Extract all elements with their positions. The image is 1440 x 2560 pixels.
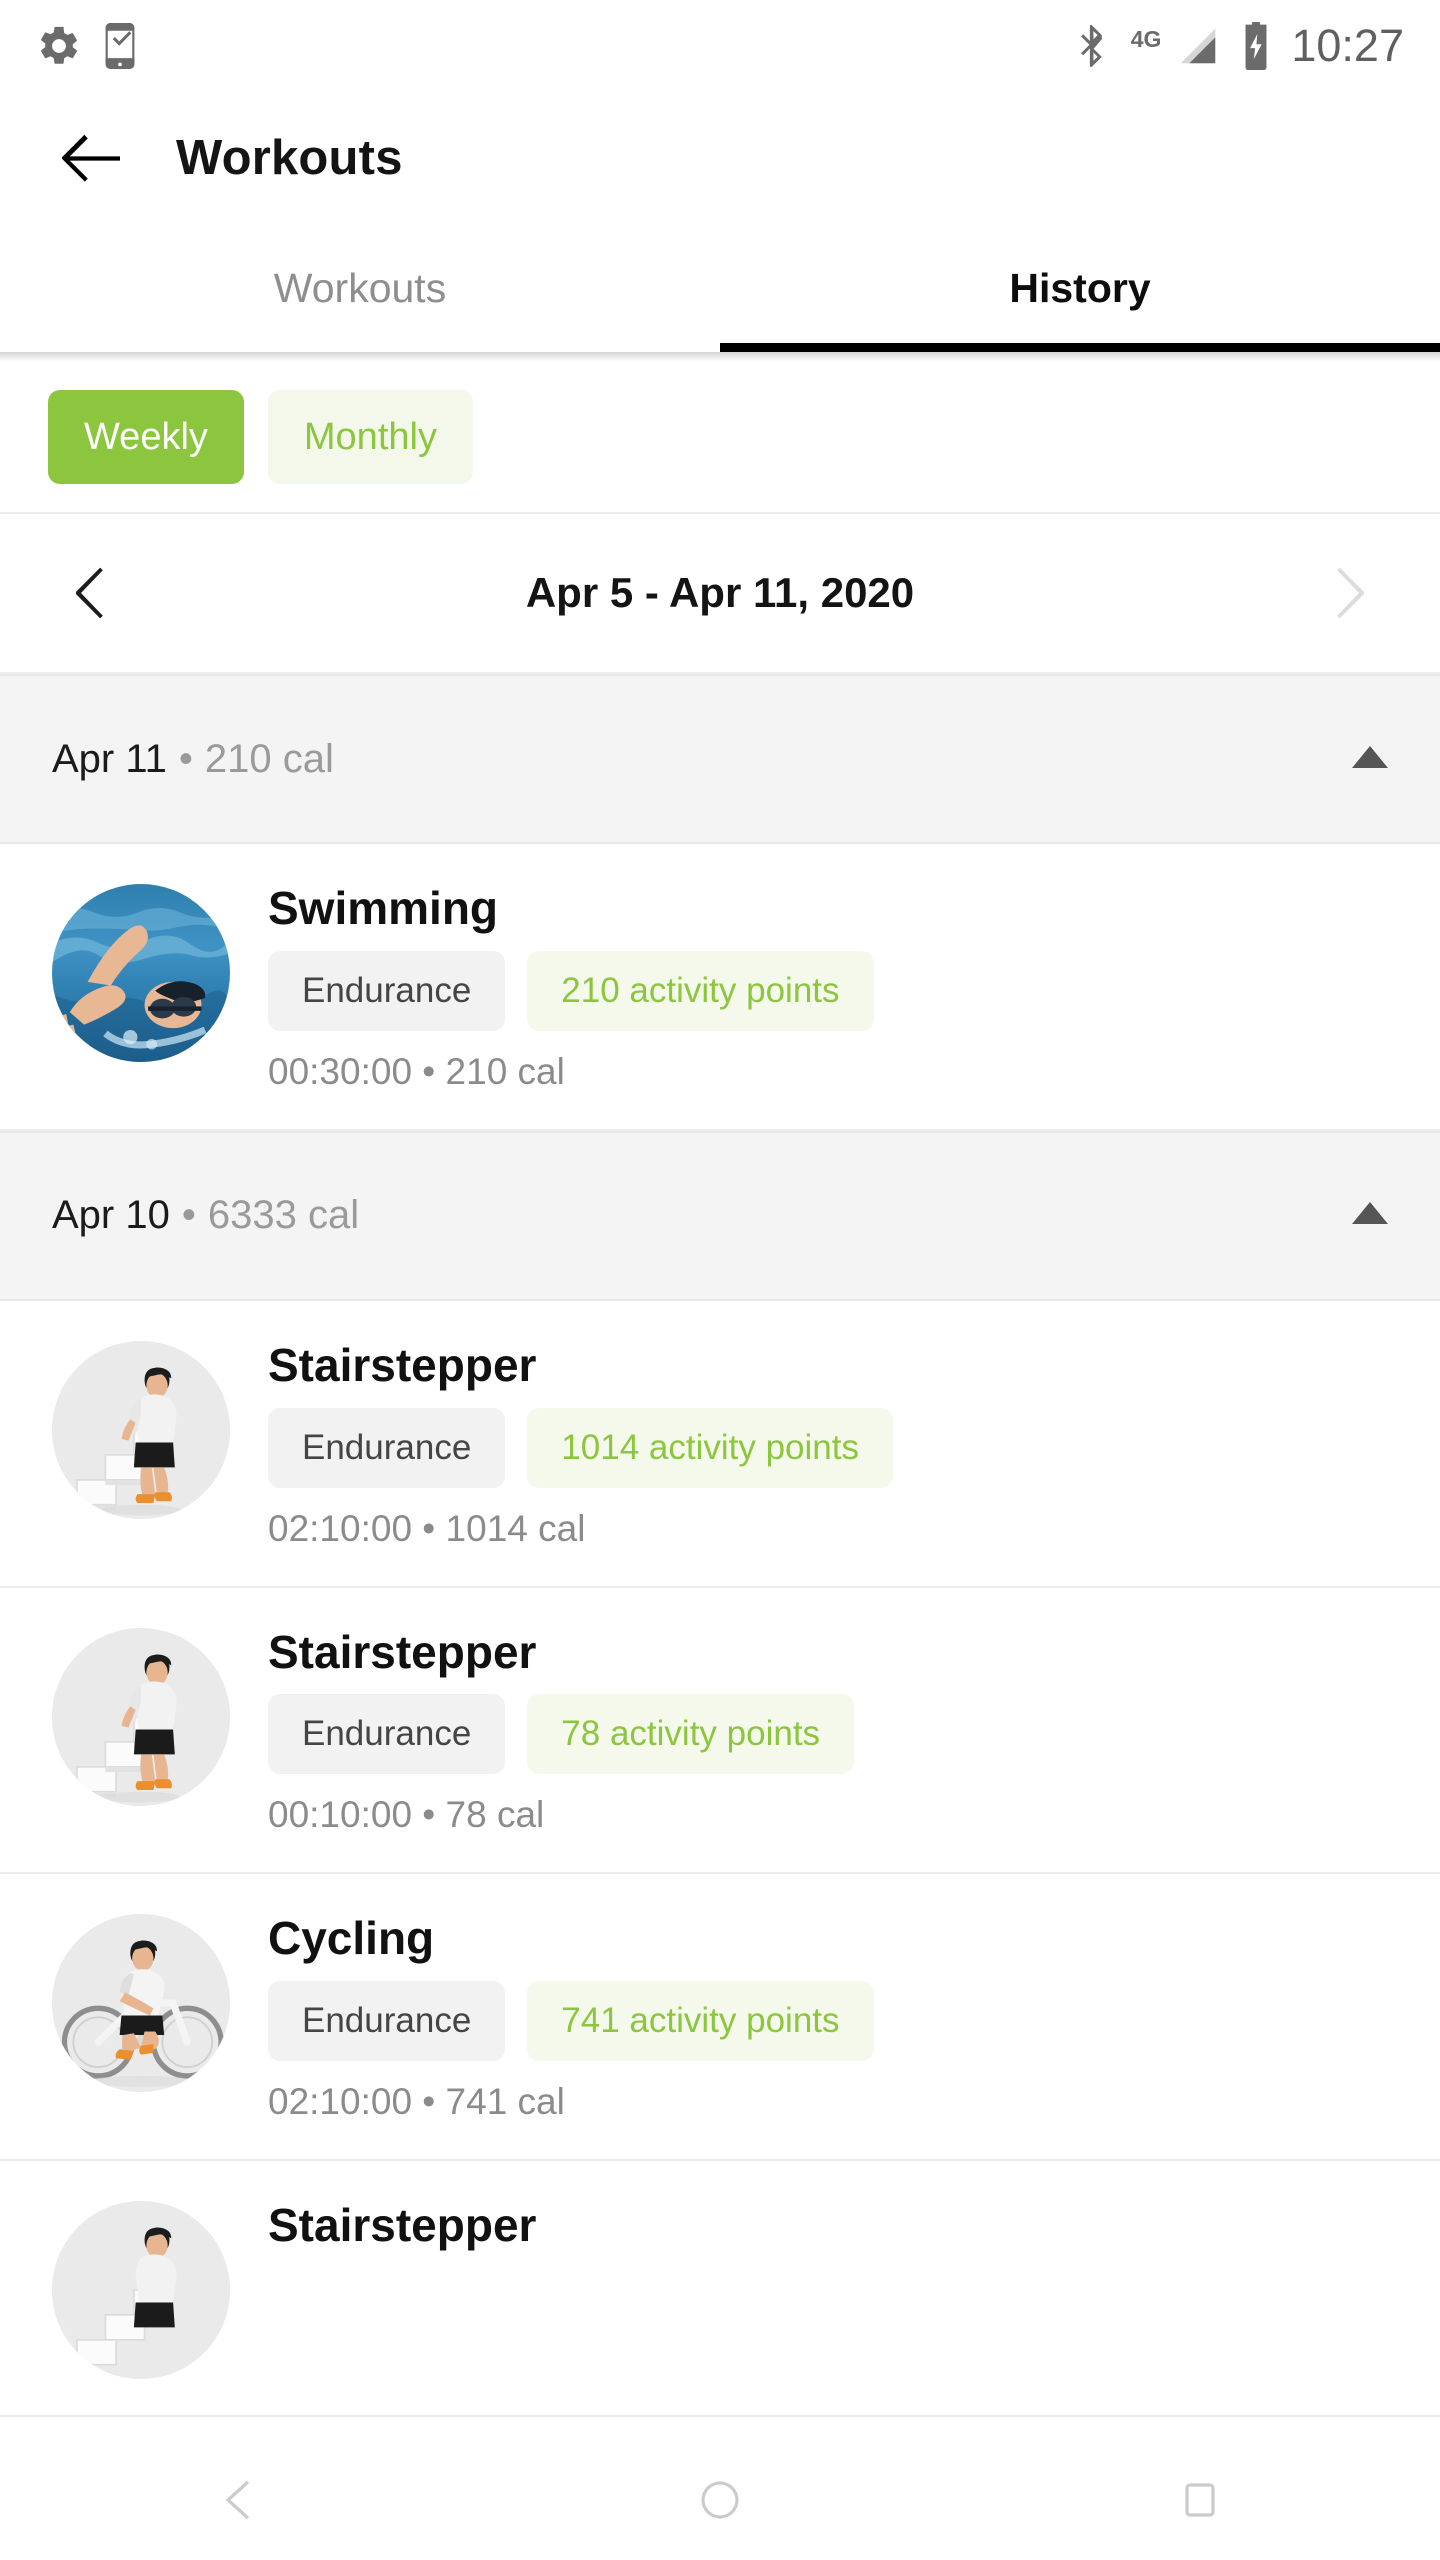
history-list: Apr 11 • 210 cal Swimming Endurance 210 … <box>0 674 1440 2417</box>
tab-bar-shadow <box>0 352 1440 362</box>
workout-meta: 02:10:00 • 741 cal <box>268 2081 565 2122</box>
day-group-separator: • <box>181 1193 196 1238</box>
day-group-calories: 6333 cal <box>207 1193 360 1238</box>
period-toggle-row: Weekly Monthly <box>0 362 1440 514</box>
workout-row[interactable]: Stairstepper Endurance 1014 activity poi… <box>0 1300 1440 1588</box>
chevron-right-icon <box>1337 567 1364 619</box>
nav-back-icon[interactable] <box>218 2478 262 2527</box>
previous-period-button[interactable] <box>56 558 126 628</box>
day-group-date: Apr 10 <box>52 1193 170 1238</box>
workout-details: Stairstepper Endurance 78 activity point… <box>268 1625 1388 1837</box>
caret-up-icon[interactable] <box>1352 1202 1388 1229</box>
date-range-nav: Apr 5 - Apr 11, 2020 <box>0 514 1440 674</box>
tab-workouts[interactable]: Workouts <box>0 224 720 352</box>
nav-recents-icon[interactable] <box>1178 2478 1222 2527</box>
day-group-header[interactable]: Apr 10 • 6333 cal <box>0 1130 1440 1301</box>
chevron-left-icon <box>76 567 103 619</box>
period-toggle-weekly[interactable]: Weekly <box>48 390 244 484</box>
battery-charging-icon <box>1241 22 1271 70</box>
workout-points-chip: 1014 activity points <box>527 1407 893 1488</box>
workout-chips: Endurance 741 activity points <box>268 1981 1388 2061</box>
arrow-left-icon <box>62 134 120 182</box>
workout-details: Stairstepper <box>268 2201 1388 2250</box>
workout-name: Swimming <box>268 882 499 934</box>
date-range-label: Apr 5 - Apr 11, 2020 <box>525 569 915 616</box>
status-bar-right-icons: 4G 10:27 <box>1075 20 1404 72</box>
network-type-label: 4G <box>1130 26 1162 52</box>
workout-meta: 02:10:00 • 1014 cal <box>268 1507 586 1549</box>
workout-points-chip: 210 activity points <box>527 950 874 1031</box>
workout-chips: Endurance 210 activity points <box>268 950 1388 1031</box>
workout-points-chip: 741 activity points <box>527 1981 874 2061</box>
bluetooth-icon <box>1075 23 1111 69</box>
phone-check-icon <box>100 23 140 69</box>
swimming-photo <box>52 884 230 1062</box>
day-group-calories: 210 cal <box>204 736 334 781</box>
workout-details: Cycling Endurance 741 activity points 02… <box>268 1914 1388 2123</box>
stairstepper-illustration <box>52 1627 230 1806</box>
workout-points-chip: 78 activity points <box>527 1694 855 1775</box>
back-button[interactable] <box>52 119 130 197</box>
workout-details: Stairstepper Endurance 1014 activity poi… <box>268 1338 1388 1550</box>
next-period-button[interactable] <box>1314 558 1384 628</box>
app-bar: Workouts <box>0 92 1440 224</box>
workout-meta: 00:30:00 • 210 cal <box>268 1050 565 1092</box>
android-nav-bar <box>0 2444 1440 2560</box>
workout-name: Cycling <box>268 1912 435 1965</box>
day-group-date: Apr 11 <box>52 736 167 781</box>
page-title: Workouts <box>176 131 403 185</box>
workout-type-chip: Endurance <box>268 1694 506 1775</box>
workout-row[interactable]: Stairstepper <box>0 2161 1440 2417</box>
workout-name: Stairstepper <box>268 1338 537 1391</box>
workout-row[interactable]: Swimming Endurance 210 activity points 0… <box>0 844 1440 1131</box>
stairstepper-illustration <box>52 2201 230 2379</box>
settings-gear-icon <box>36 23 82 69</box>
workout-chips: Endurance 78 activity points <box>268 1694 1388 1775</box>
stairstepper-illustration <box>52 1340 230 1519</box>
period-toggle-monthly[interactable]: Monthly <box>267 390 473 484</box>
workout-row[interactable]: Stairstepper Endurance 78 activity point… <box>0 1587 1440 1875</box>
app-screen: 4G 10:27 Workouts Workouts History Weekl… <box>0 0 1440 2560</box>
workout-type-chip: Endurance <box>268 1981 506 2061</box>
cycling-illustration <box>52 1914 230 2093</box>
workout-chips: Endurance 1014 activity points <box>268 1407 1388 1488</box>
workout-type-chip: Endurance <box>268 950 506 1031</box>
tab-history[interactable]: History <box>720 224 1440 352</box>
signal-4g-icon <box>1175 23 1221 69</box>
status-bar-left-icons <box>36 23 140 69</box>
workout-meta: 00:10:00 • 78 cal <box>268 1794 545 1836</box>
nav-home-icon[interactable] <box>698 2478 742 2527</box>
workout-name: Stairstepper <box>268 1625 537 1678</box>
workout-details: Swimming Endurance 210 activity points 0… <box>268 884 1388 1093</box>
status-bar: 4G 10:27 <box>0 0 1440 92</box>
workout-type-chip: Endurance <box>268 1407 506 1488</box>
workout-row[interactable]: Cycling Endurance 741 activity points 02… <box>0 1874 1440 2161</box>
day-group-separator: • <box>178 736 193 781</box>
tab-bar: Workouts History <box>0 224 1440 352</box>
caret-up-icon[interactable] <box>1352 745 1388 773</box>
day-group-header[interactable]: Apr 11 • 210 cal <box>0 674 1440 844</box>
workout-name: Stairstepper <box>268 2199 537 2251</box>
status-bar-clock: 10:27 <box>1291 20 1404 71</box>
